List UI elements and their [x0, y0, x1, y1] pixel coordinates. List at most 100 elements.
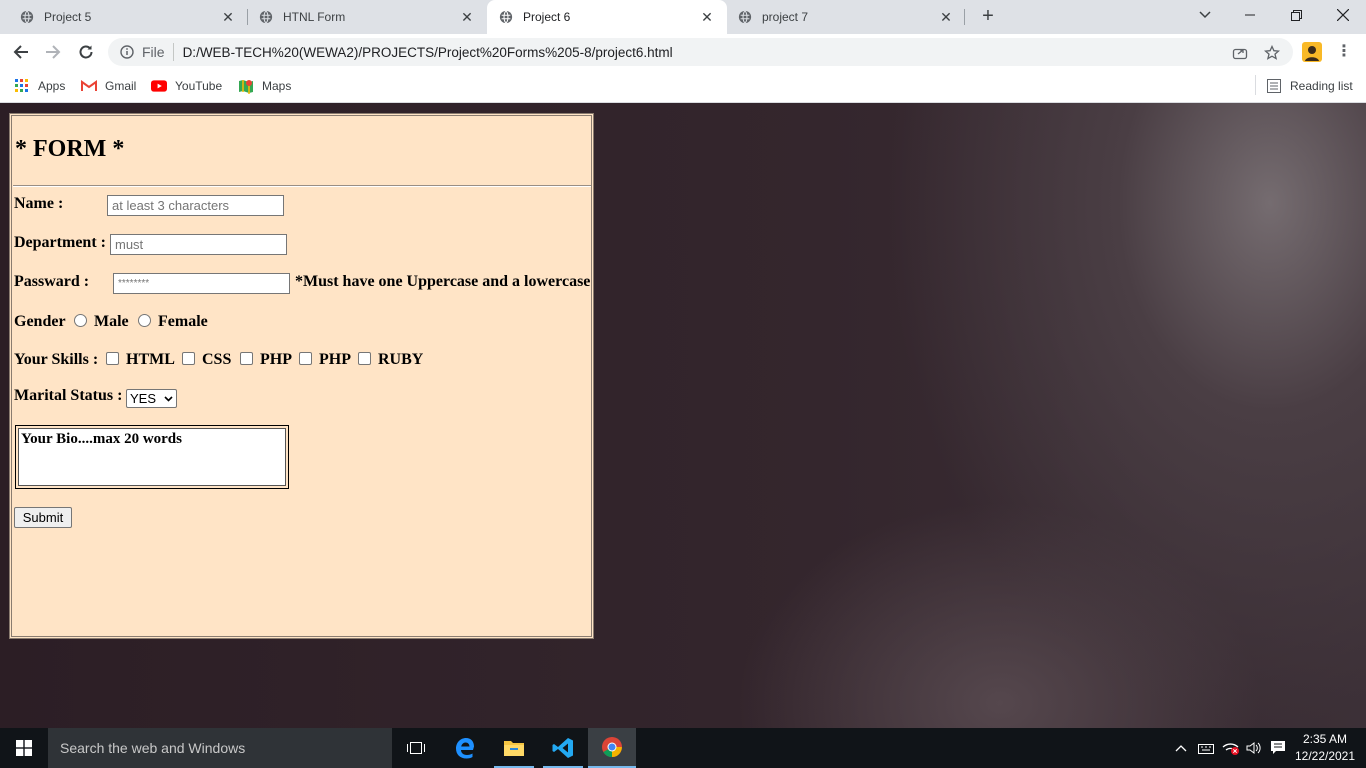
start-button[interactable] — [0, 728, 48, 768]
tab-search-chevron-icon[interactable] — [1182, 0, 1228, 30]
clock-time: 2:35 AM — [1302, 732, 1348, 746]
taskbar-search-input[interactable]: Search the web and Windows — [48, 728, 392, 768]
back-button[interactable] — [9, 40, 33, 64]
department-input[interactable]: must — [110, 234, 287, 255]
gender-label: Gender — [14, 313, 66, 330]
gender-male-radio[interactable] — [74, 314, 87, 327]
bookmark-label: Maps — [262, 79, 292, 93]
close-window-button[interactable] — [1320, 0, 1366, 30]
bookmarks-separator — [1255, 75, 1256, 95]
globe-icon — [20, 10, 34, 24]
url-text[interactable]: D:/WEB-TECH%20(WEWA2)/PROJECTS/Project%2… — [183, 45, 673, 60]
bookmark-maps[interactable]: Maps — [238, 77, 291, 95]
bio-textarea[interactable]: Your Bio....max 20 words — [18, 428, 286, 486]
clock-date: 12/22/2021 — [1294, 749, 1356, 763]
profile-avatar[interactable] — [1302, 42, 1322, 62]
close-tab-icon[interactable]: ✕ — [938, 9, 954, 26]
youtube-icon — [151, 78, 167, 94]
volume-icon[interactable] — [1246, 728, 1262, 768]
system-clock[interactable]: 2:35 AM 12/22/2021 — [1290, 731, 1360, 765]
apps-grid-icon — [14, 78, 30, 94]
chrome-icon — [602, 737, 622, 758]
scheme-label: File — [142, 44, 165, 60]
task-view-icon — [407, 742, 425, 754]
keyboard-icon[interactable] — [1198, 728, 1214, 768]
info-icon[interactable] — [120, 45, 134, 59]
chevron-down-icon — [164, 390, 173, 408]
windows-taskbar: Search the web and Windows 2:35 AM 12/22… — [0, 728, 1366, 768]
restore-button[interactable] — [1273, 0, 1319, 30]
folder-icon — [504, 741, 524, 756]
marital-selected-value: YES — [130, 391, 157, 406]
globe-icon — [259, 10, 273, 24]
new-tab-button[interactable]: + — [976, 5, 1000, 29]
chrome-app-button[interactable] — [588, 728, 636, 768]
skill-php-label: PHP — [260, 351, 292, 368]
reading-list-label: Reading list — [1290, 79, 1353, 93]
bookmark-youtube[interactable]: YouTube — [151, 77, 222, 95]
reading-list-icon — [1266, 78, 1282, 94]
tab-strip: Project 5 ✕ HTNL Form ✕ Project 6 ✕ proj… — [0, 0, 1366, 34]
minimize-icon — [1245, 14, 1255, 16]
tab-title: Project 6 — [523, 10, 571, 24]
marital-status-label: Marital Status : — [14, 387, 123, 404]
skill-php-2-checkbox[interactable] — [299, 352, 312, 365]
marital-status-select[interactable]: YES — [126, 389, 177, 408]
tab-title: HTNL Form — [283, 10, 346, 24]
skill-ruby-checkbox[interactable] — [358, 352, 371, 365]
network-disconnected-icon[interactable] — [1222, 728, 1240, 768]
close-icon — [1337, 9, 1349, 21]
forward-button[interactable] — [41, 40, 65, 64]
tab-htnl-form[interactable]: HTNL Form ✕ — [239, 0, 487, 34]
menu-kebab-icon[interactable]: ⋮ — [1336, 44, 1352, 60]
form-container: * FORM * Name : at least 3 characters De… — [9, 113, 594, 639]
reading-list-button[interactable]: Reading list — [1266, 77, 1353, 95]
bookmark-star-icon[interactable] — [1264, 45, 1280, 61]
tray-overflow-icon[interactable] — [1175, 728, 1187, 768]
password-input[interactable]: ******** — [113, 273, 290, 294]
gender-female-radio[interactable] — [138, 314, 151, 327]
skill-php-2-label: PHP — [319, 351, 351, 368]
minimize-button[interactable] — [1227, 0, 1273, 30]
bookmark-apps[interactable]: Apps — [14, 77, 65, 95]
file-explorer-app-button[interactable] — [490, 728, 538, 768]
tab-project-5[interactable]: Project 5 ✕ — [0, 0, 248, 34]
reload-icon — [79, 45, 93, 59]
bookmark-label: YouTube — [175, 79, 223, 93]
tab-project-6[interactable]: Project 6 ✕ — [487, 0, 727, 34]
edge-icon — [456, 738, 474, 759]
form-divider — [13, 185, 591, 187]
maps-icon — [238, 78, 254, 94]
address-bar[interactable]: File D:/WEB-TECH%20(WEWA2)/PROJECTS/Proj… — [108, 38, 1293, 66]
notifications-icon[interactable] — [1270, 728, 1286, 768]
skill-php-checkbox[interactable] — [240, 352, 253, 365]
edge-app-button[interactable] — [441, 728, 489, 768]
forward-arrow-icon — [46, 45, 61, 59]
bookmark-gmail[interactable]: Gmail — [81, 77, 136, 95]
close-tab-icon[interactable]: ✕ — [459, 9, 475, 26]
reload-button[interactable] — [74, 40, 98, 64]
skill-html-checkbox[interactable] — [106, 352, 119, 365]
close-tab-icon[interactable]: ✕ — [699, 9, 715, 26]
gender-male-label: Male — [94, 313, 129, 330]
share-icon[interactable] — [1232, 45, 1248, 61]
skill-css-checkbox[interactable] — [182, 352, 195, 365]
skill-html-label: HTML — [126, 351, 175, 368]
browser-toolbar: File D:/WEB-TECH%20(WEWA2)/PROJECTS/Proj… — [0, 34, 1366, 70]
name-input[interactable]: at least 3 characters — [107, 195, 284, 216]
back-arrow-icon — [13, 45, 28, 59]
globe-icon — [738, 10, 752, 24]
vscode-app-button[interactable] — [539, 728, 587, 768]
tab-title: project 7 — [762, 10, 809, 24]
task-view-button[interactable] — [392, 728, 440, 768]
password-hint: *Must have one Uppercase and a lowercase — [295, 273, 591, 290]
tab-project-7[interactable]: project 7 ✕ — [718, 0, 966, 34]
password-label: Passward : — [14, 273, 90, 290]
address-divider — [172, 43, 174, 61]
restore-icon — [1290, 9, 1302, 21]
windows-logo-icon — [16, 740, 32, 756]
close-tab-icon[interactable]: ✕ — [220, 9, 236, 26]
submit-button[interactable]: Submit — [14, 507, 72, 528]
skills-label: Your Skills : — [14, 351, 99, 368]
tab-separator — [964, 9, 965, 25]
